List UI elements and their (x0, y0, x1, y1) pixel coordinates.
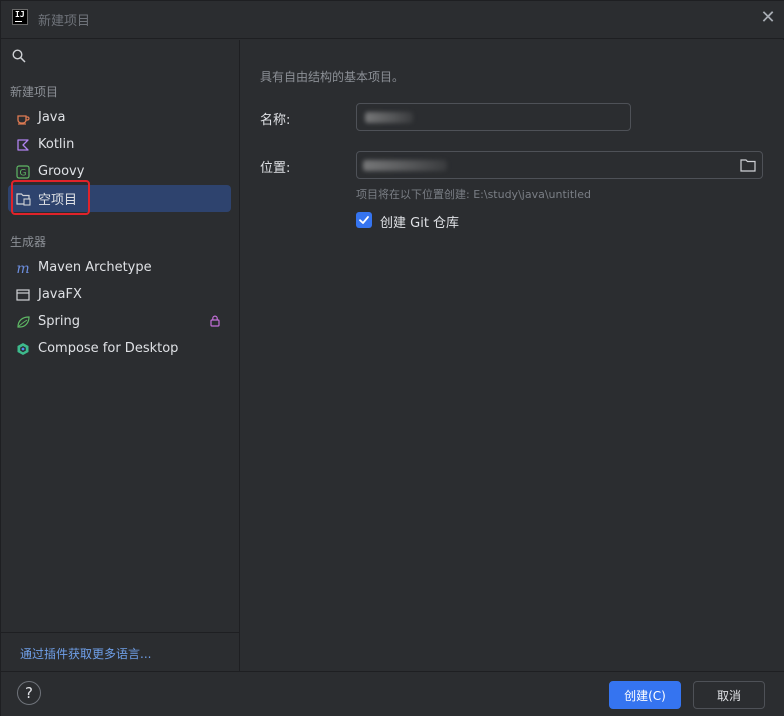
create-button[interactable]: 创建(C) (609, 681, 681, 709)
sidebar-item-compose-for-desktop[interactable]: Compose for Desktop (8, 335, 231, 362)
sidebar-item-maven-archetype[interactable]: m Maven Archetype (8, 254, 231, 281)
sidebar-item-label: Java (38, 110, 66, 125)
generators-section-header: 生成器 (10, 235, 47, 249)
project-description: 具有自由结构的基本项目。 (260, 70, 405, 84)
sidebar-item-spring[interactable]: Spring (8, 308, 231, 335)
sidebar-item-javafx[interactable]: JavaFX (8, 281, 231, 308)
help-button[interactable]: ? (17, 681, 41, 705)
title-bar: IJ 新建项目 ✕ (1, 1, 784, 39)
sidebar-item-label: Spring (38, 314, 80, 329)
maven-icon: m (15, 260, 31, 276)
create-git-repo-checkbox[interactable] (356, 212, 372, 228)
sidebar-item-label: Groovy (38, 164, 85, 179)
project-type-sidebar: 新建项目 Java Kotlin G Groovy 空项目 生成器 m Mave… (1, 40, 240, 671)
search-icon[interactable] (12, 49, 26, 63)
sidebar-item-kotlin[interactable]: Kotlin (8, 131, 231, 158)
java-cup-icon (15, 110, 31, 126)
javafx-window-icon (15, 287, 31, 303)
sidebar-item-label: Compose for Desktop (38, 341, 179, 356)
sidebar-item-java[interactable]: Java (8, 104, 231, 131)
empty-project-icon (15, 191, 31, 207)
new-project-dialog: IJ 新建项目 ✕ 新建项目 Java Kotlin G Groovy 空项目 … (0, 0, 784, 716)
dialog-footer: ? 创建(C) 取消 (1, 671, 784, 716)
name-field[interactable] (356, 103, 631, 131)
sidebar-item-label: Kotlin (38, 137, 75, 152)
sidebar-item-label: 空项目 (38, 193, 78, 208)
plugins-bar: 通过插件获取更多语言... (1, 632, 240, 671)
project-settings-panel: 具有自由结构的基本项目。 名称: 位置: 项目将在以下位置创建: E:\stud… (241, 40, 784, 671)
sidebar-item-label: JavaFX (38, 287, 82, 302)
kotlin-icon (15, 137, 31, 153)
redacted-location-value (363, 160, 447, 171)
intellij-logo-icon: IJ (12, 9, 28, 25)
get-more-languages-link[interactable]: 通过插件获取更多语言... (20, 645, 151, 662)
close-button[interactable]: ✕ (759, 9, 777, 27)
create-git-repo-label[interactable]: 创建 Git 仓库 (380, 212, 459, 231)
location-field[interactable] (356, 151, 763, 179)
window-title: 新建项目 (38, 14, 91, 29)
spring-leaf-icon (15, 314, 31, 330)
sidebar-item-groovy[interactable]: G Groovy (8, 158, 231, 185)
lock-icon (210, 315, 220, 327)
cancel-button[interactable]: 取消 (693, 681, 765, 709)
browse-folder-icon[interactable] (740, 158, 756, 172)
redacted-name-value (365, 112, 413, 123)
new-project-section-header: 新建项目 (10, 85, 59, 99)
svg-text:m: m (16, 261, 29, 275)
location-hint: 项目将在以下位置创建: E:\study\java\untitled (356, 188, 591, 201)
compose-icon (15, 341, 31, 357)
name-label: 名称: (260, 113, 291, 128)
location-label: 位置: (260, 161, 291, 176)
groovy-icon: G (15, 164, 31, 180)
svg-text:G: G (20, 168, 27, 178)
sidebar-item-empty-project[interactable]: 空项目 (8, 185, 231, 212)
sidebar-item-label: Maven Archetype (38, 260, 152, 275)
checkmark-icon (359, 216, 369, 224)
